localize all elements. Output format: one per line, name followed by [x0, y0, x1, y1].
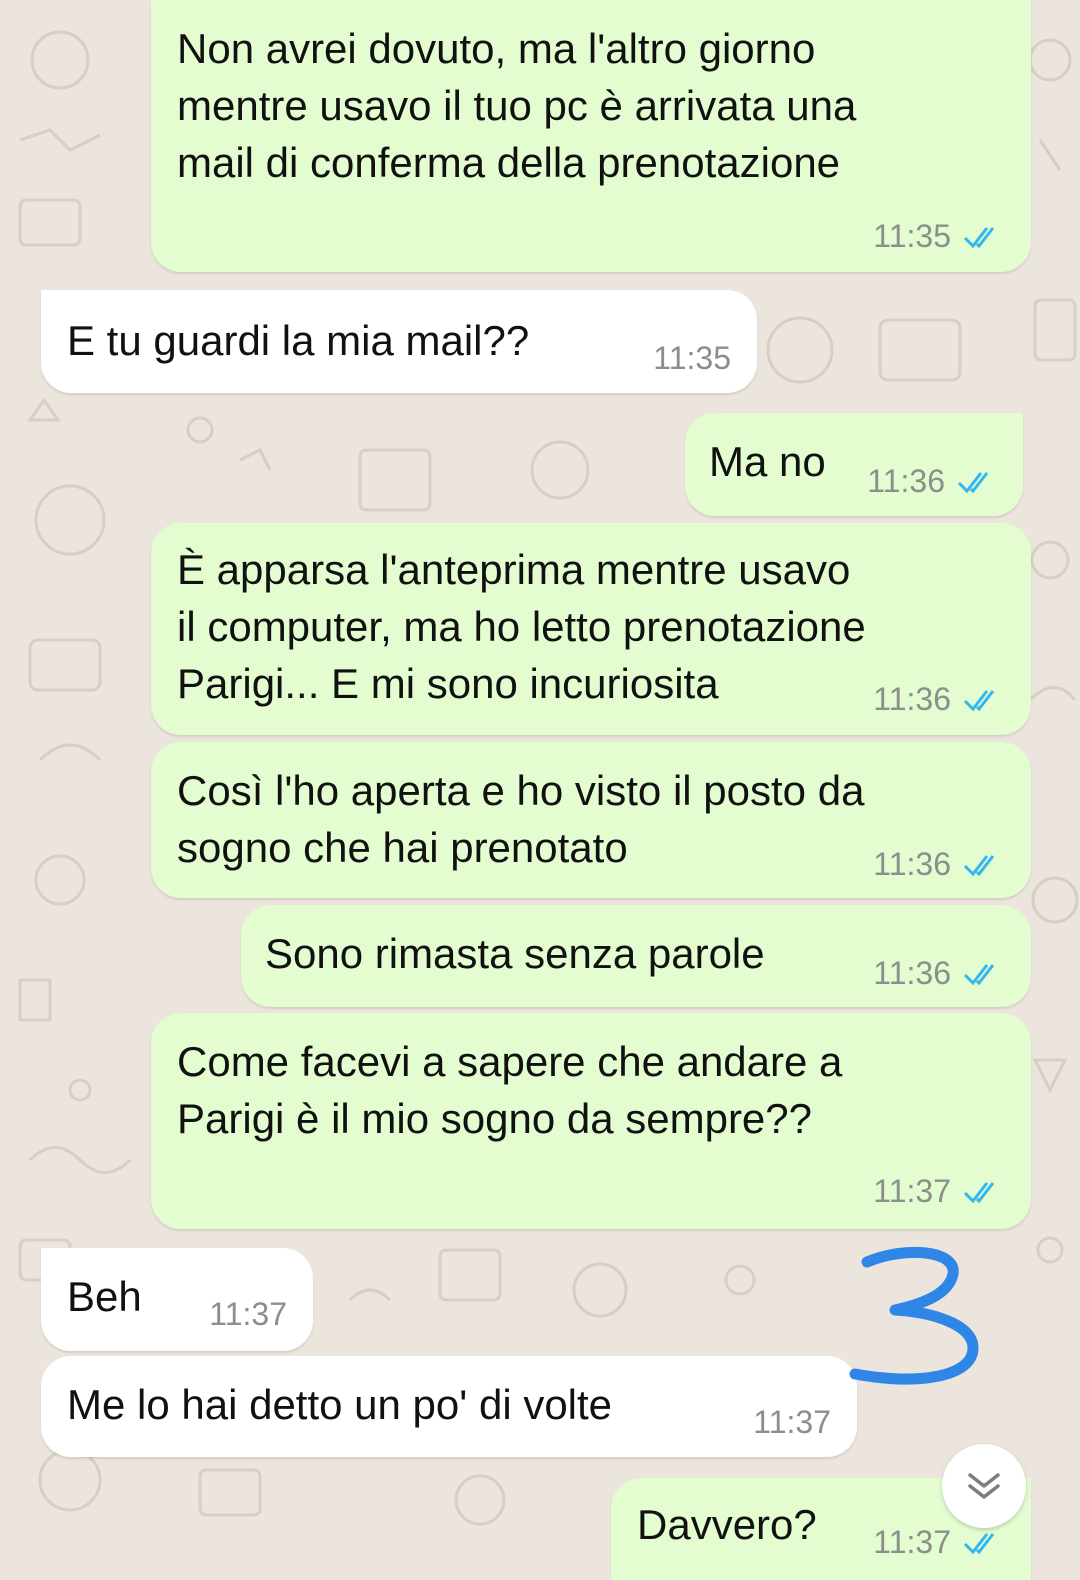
read-ticks-icon: [963, 226, 995, 248]
message-text: Beh: [67, 1273, 142, 1320]
message-text: Me lo hai detto un po' di volte: [67, 1381, 613, 1428]
message-bubble-incoming[interactable]: E tu guardi la mia mail?? 11:35: [41, 290, 757, 393]
scroll-to-bottom-button[interactable]: [942, 1444, 1026, 1528]
message-text: E tu guardi la mia mail??: [67, 317, 530, 364]
message-text: Ma no: [709, 438, 826, 485]
message-time: 11:37: [753, 1404, 831, 1440]
message-meta: 11:36: [867, 463, 997, 500]
message-time: 11:36: [867, 463, 945, 499]
message-time: 11:36: [873, 681, 951, 717]
message-meta: 11:35: [873, 218, 1003, 255]
message-text: È apparsa l'anteprima mentre usavo il co…: [177, 546, 866, 707]
message-meta: 11:36: [873, 681, 1003, 718]
message-bubble-outgoing[interactable]: È apparsa l'anteprima mentre usavo il co…: [151, 523, 1031, 735]
double-chevron-down-icon: [968, 1473, 1000, 1499]
handwritten-number-annotation: [849, 1246, 979, 1385]
message-text: Così l'ho aperta e ho visto il posto da …: [177, 767, 865, 871]
message-time: 11:36: [873, 955, 951, 991]
message-time: 11:35: [653, 340, 731, 376]
read-ticks-icon: [963, 963, 995, 985]
message-time: 11:36: [873, 846, 951, 882]
read-ticks-icon: [963, 1181, 995, 1203]
read-ticks-icon: [963, 689, 995, 711]
read-ticks-icon: [957, 471, 989, 493]
message-bubble-incoming[interactable]: Me lo hai detto un po' di volte 11:37: [41, 1356, 857, 1457]
message-bubble-outgoing[interactable]: Così l'ho aperta e ho visto il posto da …: [151, 742, 1031, 898]
message-time: 11:35: [873, 218, 951, 254]
message-text: Sono rimasta senza parole: [265, 930, 765, 977]
message-text: Non avrei dovuto, ma l'altro giorno ment…: [177, 25, 857, 186]
message-meta: 11:37: [873, 1524, 1003, 1561]
message-bubble-outgoing[interactable]: Sono rimasta senza parole 11:36: [241, 905, 1031, 1007]
message-meta: 11:35: [653, 340, 731, 377]
message-meta: 11:36: [873, 846, 1003, 883]
message-time: 11:37: [873, 1524, 951, 1560]
message-time: 11:37: [873, 1173, 951, 1209]
message-bubble-incoming[interactable]: Beh 11:37: [41, 1248, 313, 1351]
chat-thread[interactable]: Non avrei dovuto, ma l'altro giorno ment…: [0, 0, 1080, 1580]
message-bubble-outgoing[interactable]: Ma no 11:36: [685, 413, 1023, 516]
read-ticks-icon: [963, 1532, 995, 1554]
message-meta: 11:37: [873, 1173, 1003, 1210]
message-time: 11:37: [209, 1296, 287, 1332]
message-bubble-outgoing[interactable]: Come facevi a sapere che andare a Parigi…: [151, 1013, 1031, 1229]
message-text: Come facevi a sapere che andare a Parigi…: [177, 1038, 843, 1142]
message-bubble-outgoing[interactable]: Non avrei dovuto, ma l'altro giorno ment…: [151, 0, 1031, 272]
message-meta: 11:36: [873, 955, 1003, 992]
message-text: Davvero?: [637, 1501, 817, 1548]
read-ticks-icon: [963, 854, 995, 876]
message-meta: 11:37: [209, 1296, 287, 1333]
message-meta: 11:37: [753, 1404, 831, 1441]
